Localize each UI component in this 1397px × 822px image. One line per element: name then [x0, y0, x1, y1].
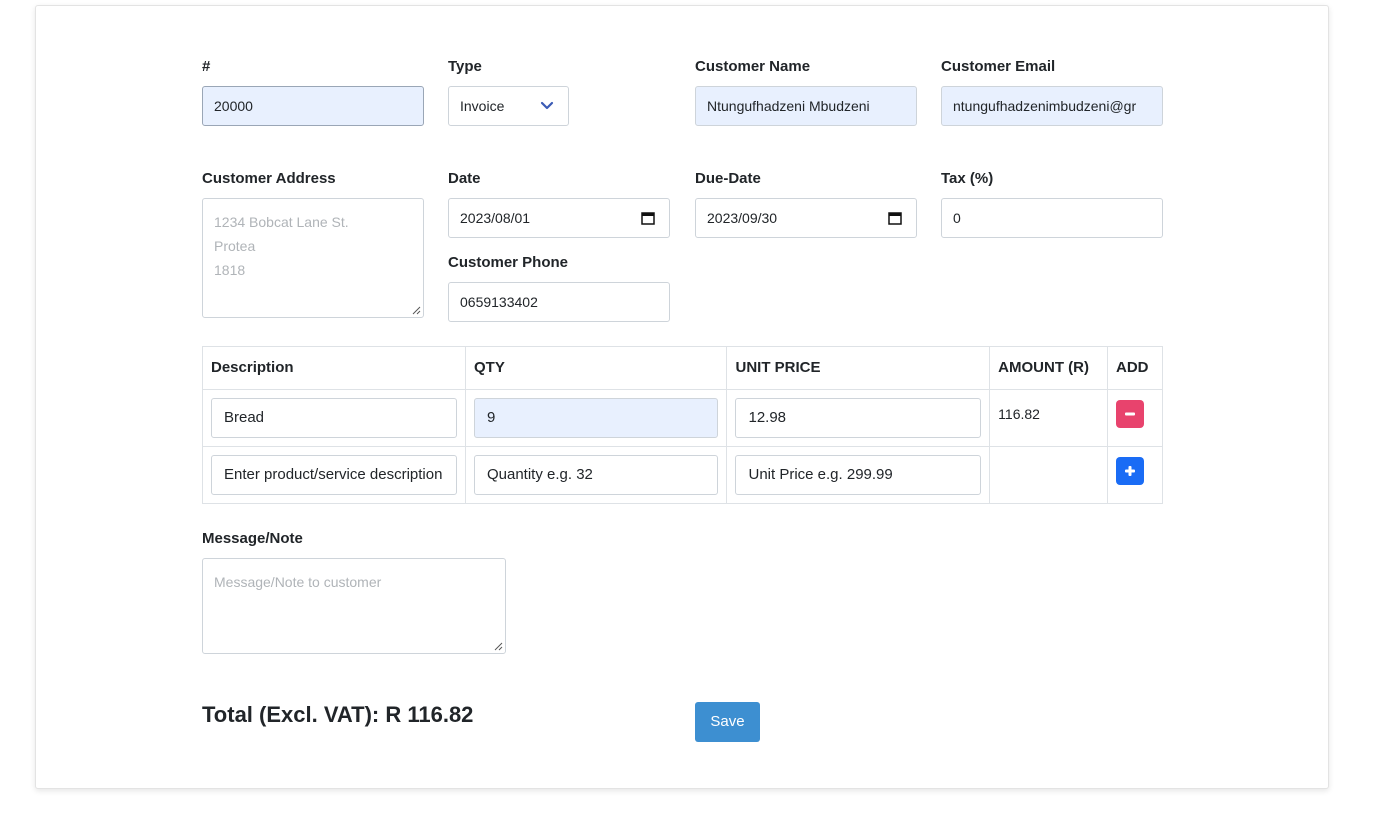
- calendar-icon[interactable]: [641, 211, 655, 225]
- column-header-description: Description: [202, 346, 466, 390]
- chevron-down-icon: [540, 101, 554, 110]
- item-amount: 116.82: [998, 406, 1040, 422]
- date-value: 2023/08/01: [460, 210, 531, 226]
- message-label: Message/Note: [202, 530, 303, 547]
- new-item-unit-price-input[interactable]: Unit Price e.g. 299.99: [735, 455, 982, 495]
- item-description-input[interactable]: Bread: [211, 398, 457, 438]
- customer-email-input[interactable]: ntungufhadzenimbudzeni@gr: [941, 86, 1163, 126]
- table-row-new: Enter product/service description Quanti…: [202, 446, 1163, 504]
- column-header-amount: AMOUNT (R): [989, 346, 1108, 390]
- items-table: Description QTY UNIT PRICE AMOUNT (R) AD…: [202, 346, 1163, 504]
- due-date-label: Due-Date: [695, 170, 761, 187]
- column-header-qty: QTY: [464, 346, 728, 390]
- customer-address-textarea[interactable]: 1234 Bobcat Lane St. Protea 1818: [202, 198, 424, 318]
- tax-input[interactable]: 0: [941, 198, 1163, 238]
- type-label: Type: [448, 58, 482, 75]
- customer-name-input[interactable]: Ntungufhadzeni Mbudzeni: [695, 86, 917, 126]
- resize-grip-icon[interactable]: [493, 641, 503, 651]
- customer-address-label: Customer Address: [202, 170, 336, 187]
- item-unit-price-input[interactable]: 12.98: [735, 398, 982, 438]
- table-header-row: Description QTY UNIT PRICE AMOUNT (R) AD…: [202, 346, 1163, 390]
- customer-name-label: Customer Name: [695, 58, 811, 75]
- type-select-value: Invoice: [460, 98, 505, 114]
- calendar-icon[interactable]: [888, 211, 902, 225]
- plus-icon: [1125, 466, 1135, 476]
- customer-email-label: Customer Email: [941, 58, 1056, 75]
- new-item-description-input[interactable]: Enter product/service description: [211, 455, 457, 495]
- due-date-value: 2023/09/30: [707, 210, 778, 226]
- tax-label: Tax (%): [941, 170, 994, 187]
- save-button[interactable]: Save: [695, 702, 760, 742]
- due-date-input[interactable]: 2023/09/30: [695, 198, 917, 238]
- customer-phone-label: Customer Phone: [448, 254, 569, 271]
- customer-phone-input[interactable]: 0659133402: [448, 282, 670, 322]
- table-row: Bread 9 12.98 116.82: [202, 389, 1163, 447]
- address-placeholder-line: 1234 Bobcat Lane St.: [214, 214, 349, 230]
- column-header-add: ADD: [1107, 346, 1163, 390]
- date-input[interactable]: 2023/08/01: [448, 198, 670, 238]
- column-header-unit-price: UNIT PRICE: [726, 346, 991, 390]
- item-qty-input[interactable]: 9: [473, 398, 719, 438]
- number-label: #: [202, 58, 211, 75]
- message-placeholder: Message/Note to customer: [214, 574, 382, 590]
- add-item-button[interactable]: [1116, 457, 1144, 485]
- type-select[interactable]: Invoice: [448, 86, 569, 126]
- total-excl-vat: Total (Excl. VAT): R 116.82: [202, 702, 474, 727]
- minus-icon: [1125, 412, 1135, 416]
- resize-grip-icon[interactable]: [411, 305, 421, 315]
- remove-item-button[interactable]: [1116, 400, 1144, 428]
- new-item-amount: [989, 446, 1108, 504]
- address-placeholder-line: 1818: [214, 262, 246, 278]
- date-label: Date: [448, 170, 481, 187]
- new-item-qty-input[interactable]: Quantity e.g. 32: [473, 455, 719, 495]
- message-textarea[interactable]: Message/Note to customer: [202, 558, 506, 654]
- invoice-number-input[interactable]: 20000: [202, 86, 424, 126]
- address-placeholder-line: Protea: [214, 238, 256, 254]
